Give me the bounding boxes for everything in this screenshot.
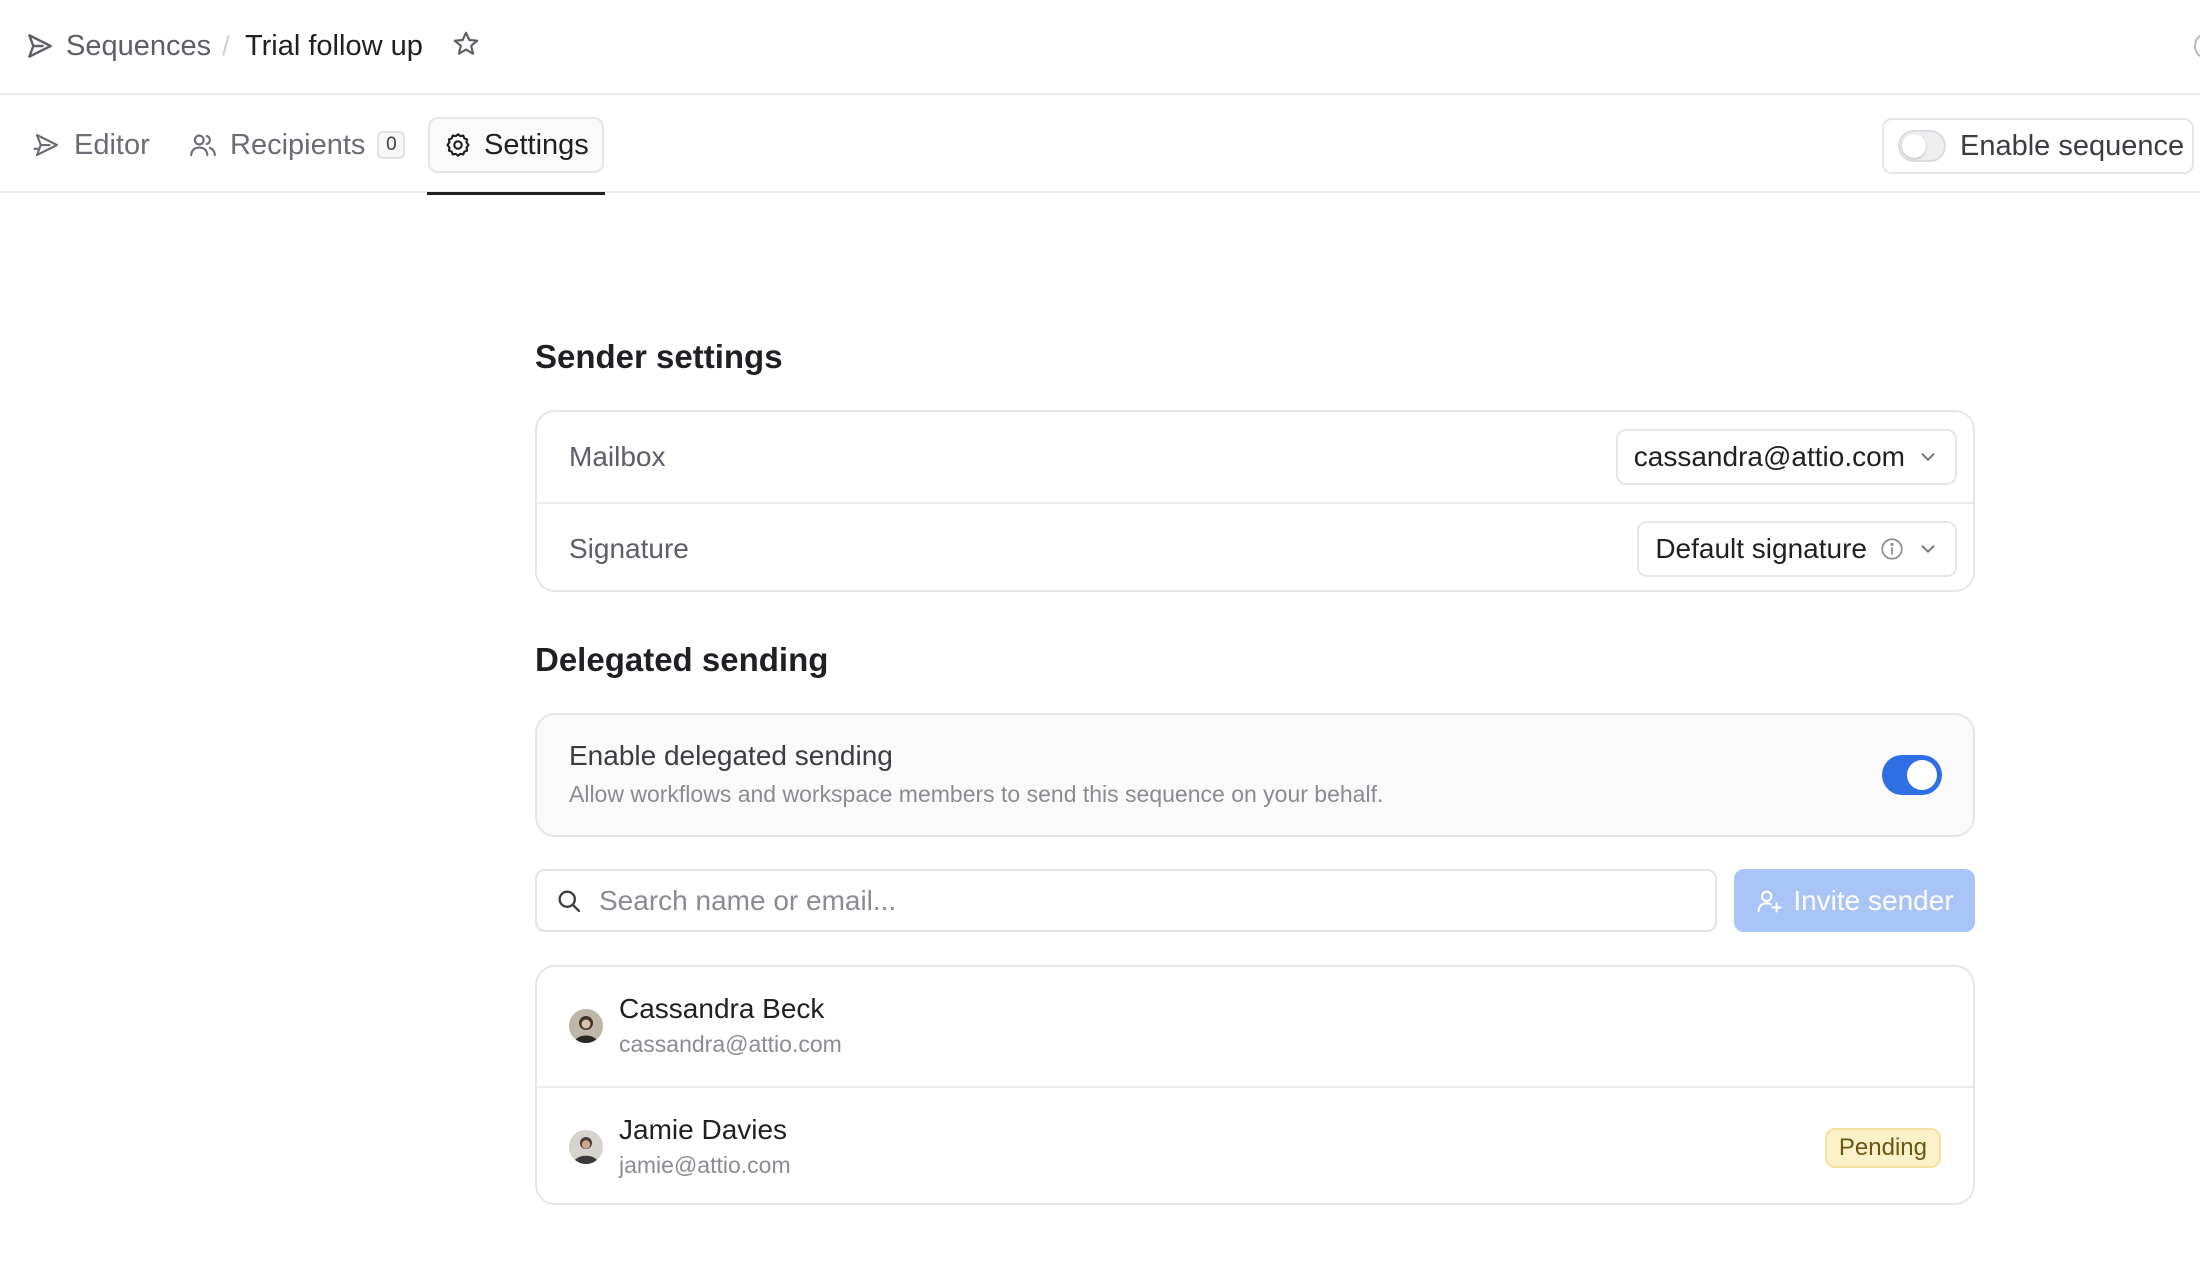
sender-settings-title: Sender settings xyxy=(535,338,783,375)
tab-recipients[interactable]: Recipients 0 xyxy=(188,117,406,173)
avatar xyxy=(569,1130,603,1164)
mailbox-label: Mailbox xyxy=(569,441,666,472)
gear-icon xyxy=(446,133,470,157)
top-bar: Sequences / Trial follow up xyxy=(0,0,2200,95)
delegated-sending-card: Enable delegated sending Allow workflows… xyxy=(535,713,1975,837)
avatar xyxy=(569,1009,603,1043)
mailbox-row: Mailbox cassandra@attio.com xyxy=(537,412,1973,502)
status-badge: Pending xyxy=(1824,1128,1941,1168)
add-user-icon xyxy=(1757,890,1783,913)
sender-search[interactable] xyxy=(535,869,1717,932)
overflow-icon[interactable] xyxy=(2194,34,2200,58)
breadcrumb-separator: / xyxy=(222,30,230,61)
signature-select[interactable]: Default signature xyxy=(1637,521,1957,577)
signature-row: Signature Default signature xyxy=(537,502,1973,592)
mailbox-select[interactable]: cassandra@attio.com xyxy=(1615,429,1957,485)
signature-value: Default signature xyxy=(1655,533,1867,564)
tab-bar: Editor Recipients 0 Settings Enable sequ… xyxy=(0,95,2200,195)
search-input[interactable] xyxy=(599,884,1679,917)
delegated-sending-title: Delegated sending xyxy=(535,641,829,678)
chevron-down-icon xyxy=(1921,453,1935,462)
enable-delegated-description: Allow workflows and workspace members to… xyxy=(569,781,1384,807)
chevron-down-icon xyxy=(1921,545,1935,554)
recipients-count-badge: 0 xyxy=(377,131,406,159)
member-name: Jamie Davies xyxy=(619,1114,788,1145)
sender-settings-card: Mailbox cassandra@attio.com Signature De… xyxy=(535,410,1975,592)
delegated-sending-toggle[interactable] xyxy=(1882,755,1942,795)
member-email: cassandra@attio.com xyxy=(619,1031,842,1057)
list-item[interactable]: Cassandra Beck cassandra@attio.com xyxy=(537,967,1973,1086)
enable-sequence-label: Enable sequence xyxy=(1960,129,2185,162)
member-email: jamie@attio.com xyxy=(619,1152,791,1178)
signature-label: Signature xyxy=(569,533,689,564)
toggle-switch[interactable] xyxy=(1898,130,1946,162)
invite-sender-label: Invite sender xyxy=(1793,884,1954,916)
breadcrumb-sequences[interactable]: Sequences xyxy=(66,28,211,64)
sender-list: Cassandra Beck cassandra@attio.com Jamie… xyxy=(535,965,1975,1205)
tab-editor[interactable]: Editor xyxy=(32,117,150,173)
send-icon xyxy=(24,30,56,62)
enable-delegated-label: Enable delegated sending xyxy=(569,740,893,771)
info-icon[interactable] xyxy=(1879,536,1905,562)
tab-recipients-label: Recipients xyxy=(230,128,366,161)
invite-sender-button[interactable]: Invite sender xyxy=(1734,869,1975,932)
breadcrumb-current: Trial follow up xyxy=(245,30,423,62)
tab-editor-label: Editor xyxy=(74,128,150,161)
list-item[interactable]: Jamie Davies jamie@attio.com Pending xyxy=(537,1086,1973,1205)
mailbox-value: cassandra@attio.com xyxy=(1633,441,1905,472)
tab-settings[interactable]: Settings xyxy=(428,117,604,173)
send-icon xyxy=(33,133,59,157)
search-icon xyxy=(558,890,581,912)
member-name: Cassandra Beck xyxy=(619,993,825,1024)
star-icon[interactable] xyxy=(450,28,486,64)
tab-settings-label: Settings xyxy=(484,128,589,161)
enable-sequence-toggle[interactable]: Enable sequence xyxy=(1882,118,2194,174)
active-tab-indicator xyxy=(427,192,605,195)
users-icon xyxy=(190,134,216,157)
